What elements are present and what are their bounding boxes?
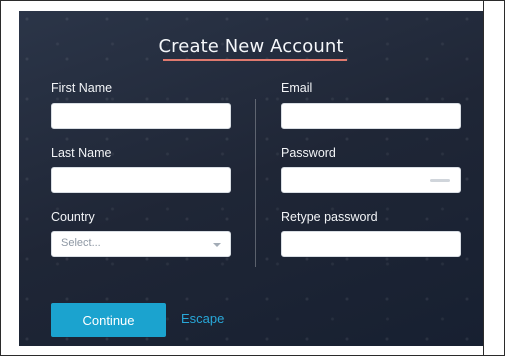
- retype-password-label: Retype password: [281, 210, 378, 224]
- escape-link[interactable]: Escape: [181, 311, 224, 326]
- title-underline: [163, 59, 347, 61]
- chevron-down-icon: [213, 243, 221, 247]
- email-field[interactable]: [281, 103, 461, 129]
- country-select-value: Select...: [61, 237, 101, 249]
- last-name-label: Last Name: [51, 146, 112, 160]
- password-mask: [430, 179, 450, 182]
- first-name-field[interactable]: [51, 103, 231, 129]
- password-field[interactable]: [281, 167, 461, 193]
- last-name-field[interactable]: [51, 167, 231, 193]
- retype-password-field[interactable]: [281, 231, 461, 257]
- scrollbar-edge: [483, 0, 484, 356]
- first-name-label: First Name: [51, 81, 113, 95]
- country-select[interactable]: Select...: [51, 231, 231, 257]
- column-divider: [255, 99, 256, 267]
- continue-button[interactable]: Continue: [51, 303, 166, 337]
- password-label: Password: [281, 146, 336, 160]
- page-title: Create New Account: [158, 36, 344, 57]
- country-label: Country: [51, 210, 95, 224]
- email-label: Email: [281, 81, 313, 95]
- signup-panel: Create New Account First Name Last Name …: [19, 11, 483, 346]
